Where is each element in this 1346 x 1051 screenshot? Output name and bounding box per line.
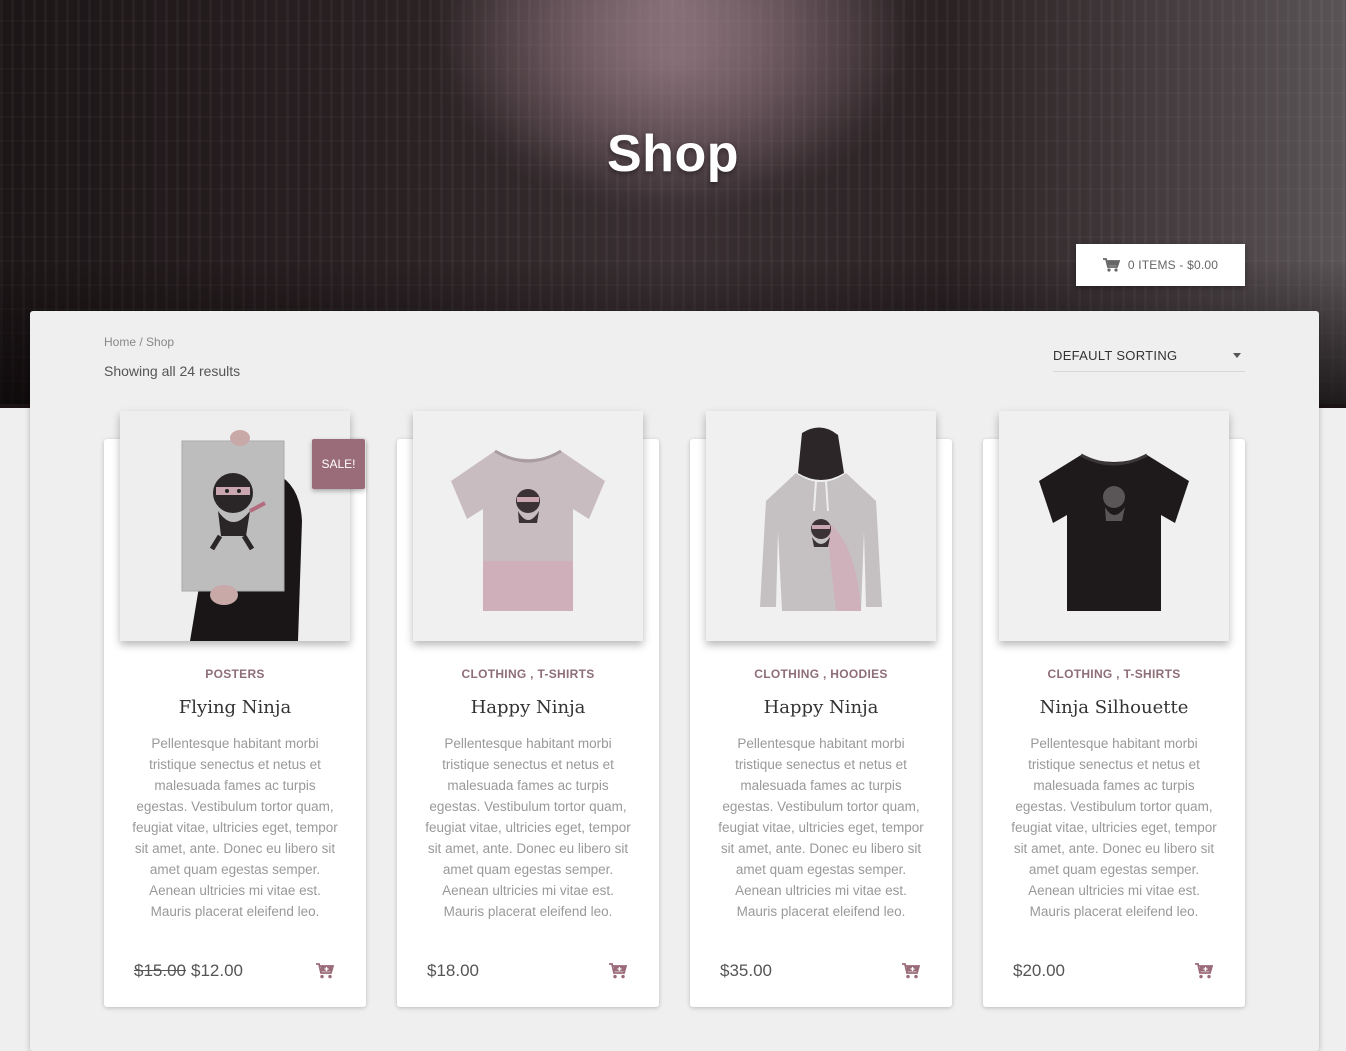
cart-summary-label: 0 ITEMS - $0.00 — [1127, 258, 1219, 272]
result-count: Showing all 24 results — [104, 363, 241, 379]
product-grid: SALE! POSTERS Flying Ninja Pellentesque … — [104, 411, 1245, 1009]
category-links[interactable]: CLOTHING , T-SHIRTS — [461, 667, 594, 681]
product-description: Pellentesque habitant morbi tristique se… — [718, 736, 924, 919]
cart-button[interactable]: 0 ITEMS - $0.00 — [1076, 244, 1245, 286]
product-sale-price: $12.00 — [191, 961, 243, 980]
caret-down-icon — [1233, 352, 1241, 358]
add-to-cart-icon[interactable] — [316, 963, 336, 981]
add-to-cart-icon[interactable] — [902, 963, 922, 981]
breadcrumb-separator: / — [136, 335, 147, 349]
breadcrumb-home-link[interactable]: Home — [104, 335, 136, 349]
product-card: CLOTHING , T-SHIRTS Ninja Silhouette Pel… — [983, 411, 1245, 1007]
sorting-selected-label: DEFAULT SORTING — [1053, 347, 1178, 363]
product-card: CLOTHING , T-SHIRTS Happy Ninja Pellente… — [397, 411, 659, 1007]
category-links[interactable]: CLOTHING , HOODIES — [754, 667, 887, 681]
product-price-value: $20.00 — [1013, 961, 1065, 980]
shopping-cart-icon — [1102, 258, 1120, 272]
product-category: POSTERS — [104, 667, 366, 681]
product-title[interactable]: Ninja Silhouette — [983, 697, 1245, 718]
category-links[interactable]: CLOTHING , T-SHIRTS — [1047, 667, 1180, 681]
product-price: $18.00 — [427, 961, 479, 981]
category-link-posters[interactable]: POSTERS — [205, 667, 264, 681]
product-card: CLOTHING , HOODIES Happy Ninja Pellentes… — [690, 411, 952, 1007]
breadcrumb: Home / Shop — [104, 335, 174, 349]
product-price: $15.00 $12.00 — [134, 961, 243, 981]
product-category: CLOTHING , T-SHIRTS — [397, 667, 659, 681]
product-title[interactable]: Happy Ninja — [690, 697, 952, 718]
product-description: Pellentesque habitant morbi tristique se… — [132, 736, 338, 919]
product-old-price: $15.00 — [134, 961, 186, 980]
product-price: $35.00 — [720, 961, 772, 981]
product-description: Pellentesque habitant morbi tristique se… — [1011, 736, 1217, 919]
breadcrumb-current: Shop — [146, 335, 175, 349]
product-title[interactable]: Flying Ninja — [104, 697, 366, 718]
product-card: SALE! POSTERS Flying Ninja Pellentesque … — [104, 411, 366, 1007]
product-image-tshirt[interactable] — [413, 411, 643, 641]
product-image-black-tshirt[interactable] — [999, 411, 1229, 641]
product-price-value: $18.00 — [427, 961, 479, 980]
product-price-value: $35.00 — [720, 961, 772, 980]
product-title[interactable]: Happy Ninja — [397, 697, 659, 718]
add-to-cart-icon[interactable] — [1195, 963, 1215, 981]
product-price: $20.00 — [1013, 961, 1065, 981]
shop-content-panel: Home / Shop Showing all 24 results DEFAU… — [30, 311, 1319, 1051]
sorting-select[interactable]: DEFAULT SORTING — [1053, 339, 1245, 372]
product-category: CLOTHING , HOODIES — [690, 667, 952, 681]
product-image-hoodie[interactable] — [706, 411, 936, 641]
page-title: Shop — [607, 125, 739, 183]
add-to-cart-icon[interactable] — [609, 963, 629, 981]
product-category: CLOTHING , T-SHIRTS — [983, 667, 1245, 681]
product-description: Pellentesque habitant morbi tristique se… — [425, 736, 631, 919]
sale-badge: SALE! — [312, 439, 365, 489]
